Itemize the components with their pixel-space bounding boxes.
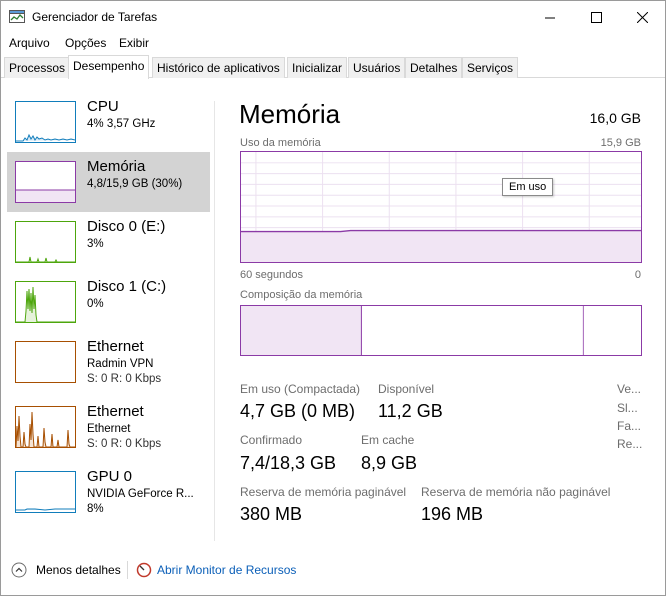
tab-desempenho[interactable]: Desempenho (68, 55, 150, 79)
menu-bar: Arquivo Opções Exibir (1, 34, 665, 54)
graph-tooltip: Em uso (502, 178, 554, 196)
task-manager-window: Gerenciador de Tarefas Arquivo Opções Ex… (0, 0, 666, 596)
disk0-subtitle: 3% (87, 238, 104, 250)
resource-memoria[interactable]: Memória 4,8/15,9 GB (30%) (7, 152, 210, 212)
page-title: Memória (239, 99, 341, 129)
memory-usage-graph (240, 151, 642, 263)
title-bar: Gerenciador de Tarefas (1, 1, 665, 33)
menu-arquivo[interactable]: Arquivo (9, 36, 50, 50)
cpu-title: CPU (87, 98, 119, 115)
memory-subtitle: 4,8/15,9 GB (30%) (87, 178, 183, 190)
side-label-form: Fa... (617, 419, 642, 433)
paged-pool-label: Reserva de memória paginável (240, 485, 407, 499)
ethernet-throughput: S: 0 R: 0 Kbps (87, 438, 162, 450)
chevron-up-circle-icon[interactable] (11, 562, 27, 578)
resource-gpu-0[interactable]: GPU 0 NVIDIA GeForce R... 8% (7, 462, 210, 522)
gpu-subtitle: NVIDIA GeForce R... (87, 488, 194, 500)
resource-disco-0[interactable]: Disco 0 (E:) 3% (7, 212, 210, 272)
gpu-usage: 8% (87, 503, 104, 515)
in-use-value: 4,7 GB (0 MB) (240, 401, 356, 421)
available-label: Disponível (378, 382, 435, 396)
resource-ethernet-radmin[interactable]: Ethernet Radmin VPN S: 0 R: 0 Kbps (7, 332, 210, 392)
tab-processos[interactable]: Processos (4, 57, 71, 78)
cpu-subtitle: 4% 3,57 GHz (87, 118, 156, 130)
ethernet-radmin-throughput: S: 0 R: 0 Kbps (87, 373, 162, 385)
resource-ethernet[interactable]: Ethernet Ethernet S: 0 R: 0 Kbps (7, 397, 210, 457)
graph-axis-left: 60 segundos (240, 269, 303, 281)
memory-total: 16,0 GB (589, 110, 641, 126)
tab-detalhes[interactable]: Detalhes (405, 57, 463, 78)
disk1-title: Disco 1 (C:) (87, 278, 167, 295)
gpu-thumbnail-graph (15, 471, 76, 513)
menu-exibir[interactable]: Exibir (119, 36, 149, 50)
gpu-title: GPU 0 (87, 468, 133, 485)
memory-composition-bar (240, 305, 642, 356)
maximize-button[interactable] (573, 1, 619, 33)
side-label-speed: Ve... (617, 382, 642, 396)
resource-list: CPU 4% 3,57 GHz Memória 4,8/15,9 GB (30%… (1, 79, 215, 541)
paged-pool-value: 380 MB (240, 504, 303, 524)
memory-thumbnail-graph (15, 161, 76, 203)
graph-axis-right: 0 (634, 269, 641, 281)
ethernet-title: Ethernet (87, 403, 144, 420)
resource-cpu[interactable]: CPU 4% 3,57 GHz (7, 92, 210, 152)
in-use-label: Em uso (Compactada) (240, 382, 361, 396)
minimize-button[interactable] (527, 1, 573, 33)
tab-usuarios[interactable]: Usuários (348, 57, 406, 78)
less-details-button[interactable]: Menos detalhes (36, 563, 121, 577)
composition-in-use (241, 306, 362, 355)
committed-value: 7,4/18,3 GB (240, 453, 337, 473)
disk0-title: Disco 0 (E:) (87, 218, 166, 235)
open-resource-monitor-link[interactable]: Abrir Monitor de Recursos (157, 563, 296, 577)
minimize-icon (544, 17, 555, 18)
close-button[interactable] (619, 1, 665, 33)
maximize-icon (590, 11, 602, 23)
tab-bar: Processos Desempenho Histórico de aplica… (1, 55, 665, 79)
cached-value: 8,9 GB (361, 453, 418, 473)
nonpaged-pool-value: 196 MB (421, 504, 484, 524)
ethernet-thumbnail-graph (15, 406, 76, 448)
window-title: Gerenciador de Tarefas (32, 10, 158, 24)
committed-label: Confirmado (240, 433, 303, 447)
side-label-slots: Sl... (617, 401, 638, 415)
ethernet-subtitle: Ethernet (87, 423, 131, 435)
available-value: 11,2 GB (378, 401, 443, 421)
memory-usage-series (241, 230, 641, 262)
disk1-thumbnail-graph (15, 281, 76, 323)
cpu-thumbnail-graph (15, 101, 76, 143)
cached-label: Em cache (361, 433, 415, 447)
resource-monitor-icon (136, 562, 152, 578)
menu-opcoes[interactable]: Opções (65, 36, 106, 50)
resource-disco-1[interactable]: Disco 1 (C:) 0% (7, 272, 210, 332)
footer: Menos detalhes Abrir Monitor de Recursos (1, 557, 665, 583)
usage-graph-max: 15,9 GB (600, 137, 641, 149)
tab-inicializar[interactable]: Inicializar (287, 57, 348, 78)
close-icon (636, 11, 648, 23)
pane-divider[interactable] (214, 101, 215, 541)
disk0-thumbnail-graph (15, 221, 76, 263)
tab-servicos[interactable]: Serviços (462, 57, 519, 78)
ethernet-radmin-thumbnail-graph (15, 341, 76, 383)
composition-label: Composição da memória (240, 289, 363, 301)
tab-historico[interactable]: Histórico de aplicativos (152, 57, 285, 78)
nonpaged-pool-label: Reserva de memória não paginável (421, 485, 611, 499)
ethernet-radmin-subtitle: Radmin VPN (87, 358, 154, 370)
disk1-subtitle: 0% (87, 298, 104, 310)
usage-graph-label: Uso da memória (240, 137, 321, 149)
ethernet-radmin-title: Ethernet (87, 338, 144, 355)
memory-title: Memória (87, 158, 146, 175)
task-manager-icon (9, 10, 25, 23)
footer-divider (127, 561, 128, 579)
side-label-reserved: Re... (617, 437, 643, 451)
